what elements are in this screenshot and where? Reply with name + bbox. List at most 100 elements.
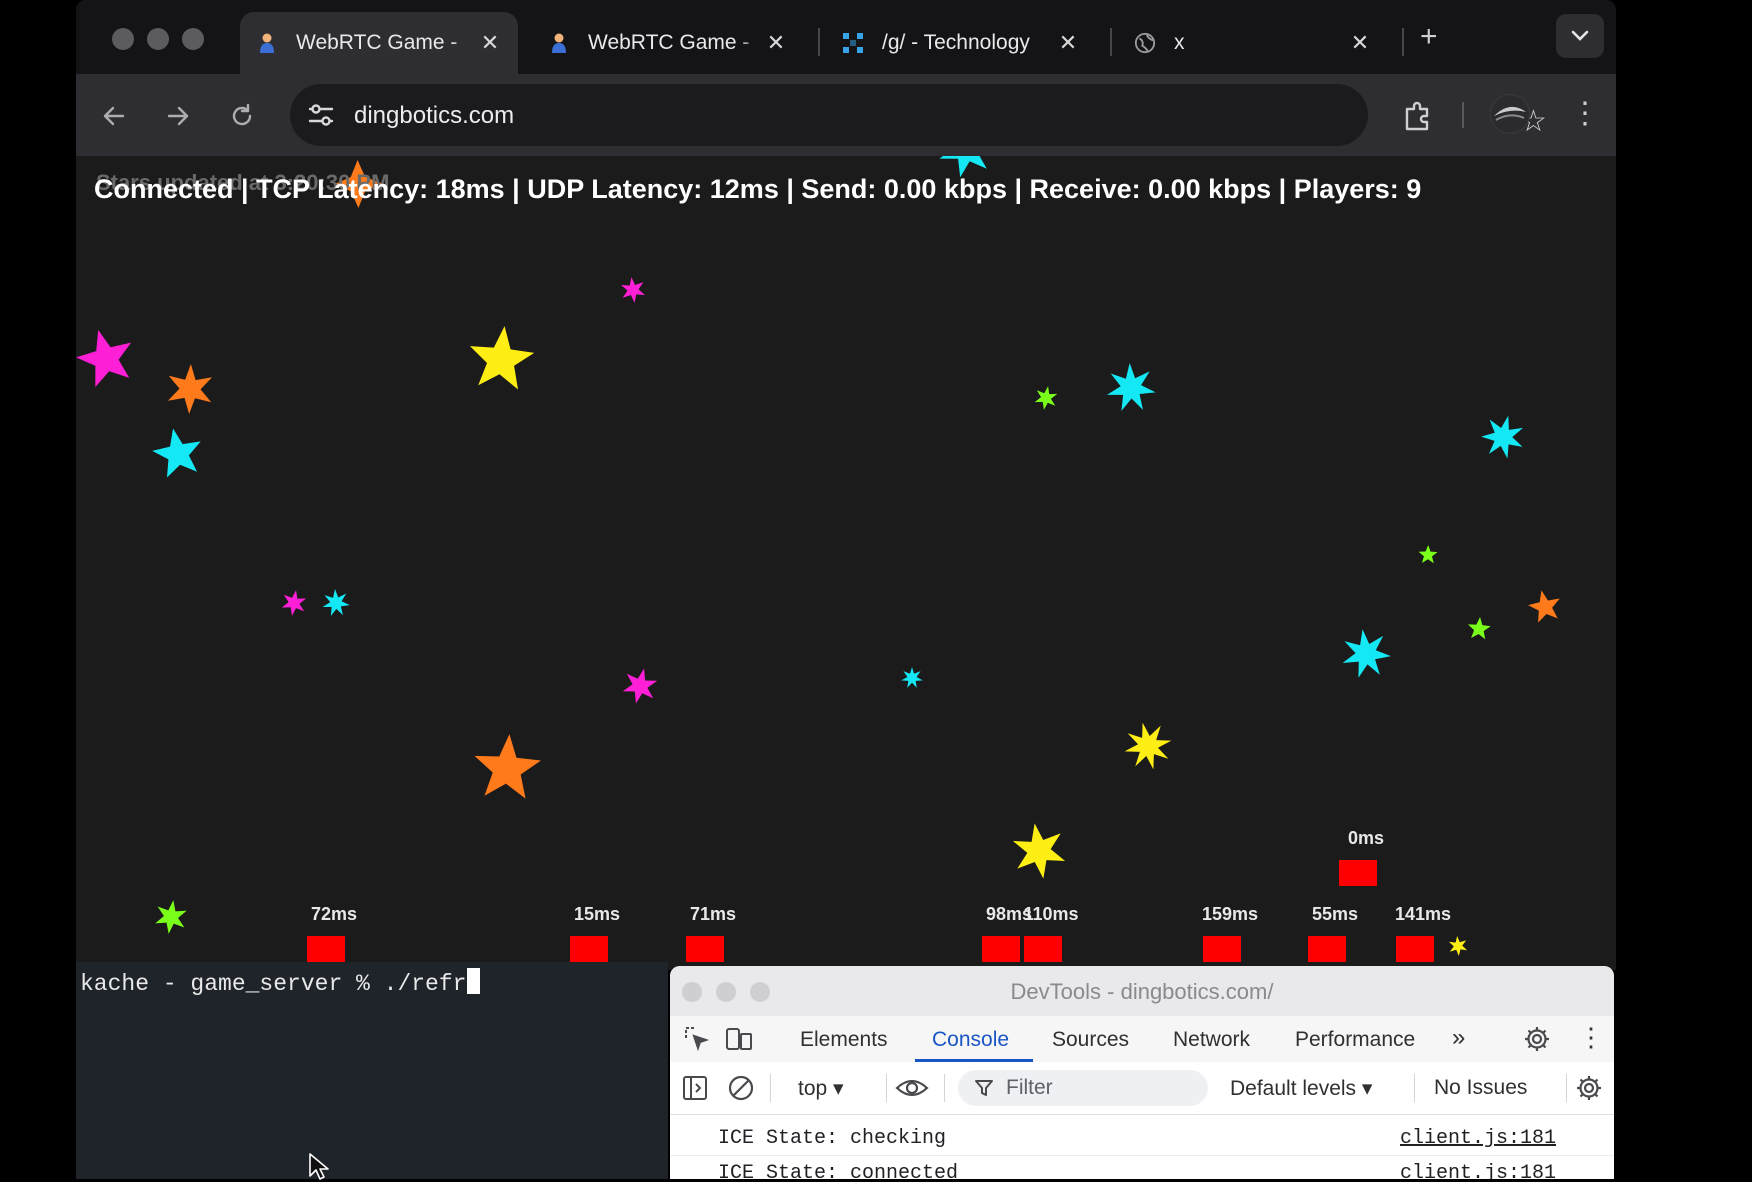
star-yellow [1124,722,1172,770]
tab-separator [1110,28,1112,56]
url-text[interactable]: dingbotics.com [354,102,514,130]
star-cyan [1481,415,1524,459]
console-settings-gear-icon[interactable] [1574,1073,1604,1103]
window-minimize-dot[interactable] [147,28,169,50]
tab-performance[interactable]: Performance [1295,1028,1415,1052]
reload-icon [232,103,252,126]
console-log-row[interactable]: ICE State: connected client.js:181 [670,1156,1614,1179]
terminal-command: kache - game_server % ./refr [80,971,467,997]
star-orange [167,364,213,414]
context-selector[interactable]: top ▾ [798,1076,844,1101]
devtools-window: DevTools - dingbotics.com/ Elements Cons… [670,966,1614,1179]
player-marker: 71ms [686,904,736,962]
player-box [1396,936,1434,962]
star-yellow [1012,823,1066,879]
star-green [1467,617,1491,640]
player-box [307,936,345,962]
site-settings-icon[interactable] [304,98,338,132]
gear-icon[interactable] [1522,1024,1552,1054]
filter-placeholder: Filter [1006,1076,1053,1099]
close-icon[interactable]: ✕ [478,30,502,56]
mouse-pointer-icon [309,1153,329,1180]
grid-icon [842,32,864,54]
back-button[interactable] [94,96,134,136]
forward-button[interactable] [158,96,198,136]
profile-avatar[interactable] [1490,94,1530,134]
browser-window: WebRTC Game - ✕ WebRTC Game - ✕ /g/ - Te… [76,0,1616,970]
tab-separator [818,28,820,56]
extensions-puzzle-icon[interactable] [1400,98,1436,134]
person-icon [548,32,570,54]
person-icon [256,32,278,54]
tab-webrtc-game-active[interactable]: WebRTC Game - ✕ [240,12,518,74]
player-marker: 15ms [570,904,620,962]
player-latency-label: 55ms [1312,904,1358,924]
toolbar-divider [1462,102,1464,128]
game-canvas[interactable]: 72ms 15ms 71ms 98ms110ms 159ms 55ms 141ms0ms [76,156,1616,970]
reload-button[interactable] [222,96,262,136]
log-source-link[interactable]: client.js:181 [1400,1127,1556,1150]
inspect-element-icon[interactable] [682,1024,712,1054]
player-box [982,936,1020,962]
tab-search-button[interactable] [1556,14,1604,58]
console-log-row[interactable]: ICE State: checking client.js:181 [670,1121,1614,1156]
terminal-window[interactable]: kache - game_server % ./refr [76,962,668,1179]
console-toolbar: top ▾ Filter Default levels ▾ No Issues [670,1062,1614,1115]
terminal-cursor [467,968,481,994]
tab-elements[interactable]: Elements [800,1028,888,1052]
tab-network[interactable]: Network [1173,1028,1250,1052]
star-magenta [76,330,132,388]
star-cyan [1106,363,1156,412]
devtools-menu-kebab-icon[interactable]: ⋮ [1578,1022,1604,1053]
tab-console[interactable]: Console [932,1028,1009,1052]
filter-input[interactable]: Filter [958,1070,1208,1106]
player-box [1339,860,1377,886]
issues-counter[interactable]: No Issues [1434,1076,1527,1100]
tab-sources[interactable]: Sources [1052,1028,1129,1052]
close-icon[interactable]: ✕ [1348,30,1372,56]
log-message: ICE State: checking [718,1127,947,1150]
eye-icon[interactable] [894,1073,930,1103]
window-zoom-dot[interactable] [182,28,204,50]
window-close-dot[interactable] [112,28,134,50]
more-tabs-chevron-icon[interactable]: » [1452,1024,1465,1052]
player-marker: 110ms [1023,904,1079,962]
close-icon[interactable]: ✕ [1056,30,1080,56]
star-cyan [152,428,201,478]
browser-menu-button[interactable]: ⋮ [1570,94,1600,134]
player-latency-label: 72ms [311,904,357,924]
star-green [1418,545,1438,564]
player-box [1024,936,1062,962]
player-latency-label: 110ms [1023,904,1078,924]
star-cyan [322,589,350,616]
arrow-right-icon [167,106,189,126]
devtools-titlebar: DevTools - dingbotics.com/ [670,966,1614,1017]
tab-title: WebRTC Game - [588,31,750,54]
tab-separator [1402,28,1404,56]
address-bar[interactable]: dingbotics.com ☆ [290,84,1547,146]
filter-funnel-icon [975,1080,993,1096]
clear-console-icon[interactable] [726,1073,756,1103]
tab-webrtc-game[interactable]: WebRTC Game - ✕ [532,12,804,74]
game-viewport[interactable]: 72ms 15ms 71ms 98ms 110ms 159ms 55ms 141ms 0ms S… [76,156,1616,970]
player-marker: 72ms [307,904,357,962]
player-box [686,936,724,962]
close-icon[interactable]: ✕ [764,30,788,56]
star-yellow [469,326,535,390]
player-latency-label: 141ms [1395,904,1451,924]
terminal-prompt-line[interactable]: kache - game_server % ./refr [80,968,481,997]
star-magenta [622,668,658,704]
player-latency-label: 0ms [1348,828,1384,848]
toolbar-divider [944,1074,945,1102]
sidebar-toggle-icon[interactable] [680,1073,710,1103]
star-orange [474,734,541,799]
player-box [1308,936,1346,962]
log-levels-dropdown[interactable]: Default levels ▾ [1230,1076,1372,1101]
tab-technology[interactable]: /g/ - Technology ✕ [826,12,1096,74]
new-tab-button[interactable]: + [1420,20,1438,54]
log-source-link[interactable]: client.js:181 [1400,1162,1556,1179]
player-marker: 55ms [1308,904,1358,962]
log-message: ICE State: connected [718,1162,959,1179]
device-toolbar-icon[interactable] [724,1024,754,1054]
tab-x[interactable]: x ✕ [1118,12,1388,74]
